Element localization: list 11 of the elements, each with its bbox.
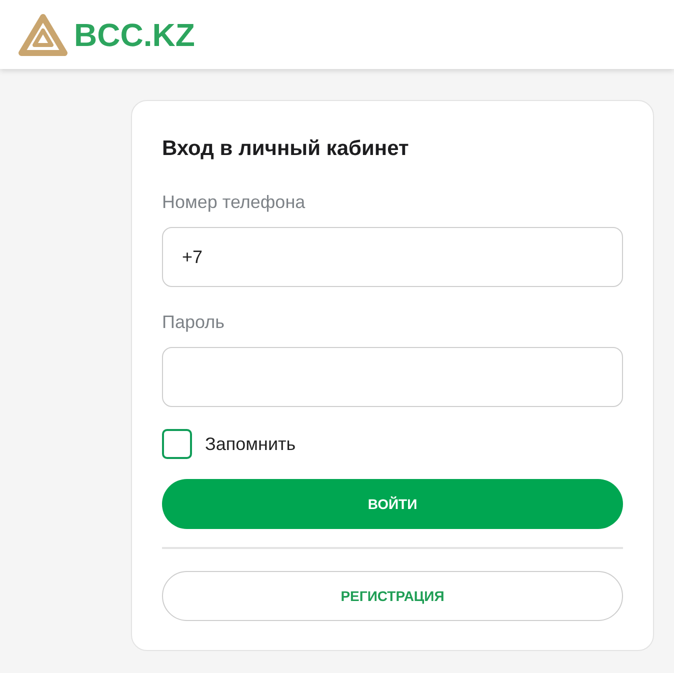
register-button[interactable]: РЕГИСТРАЦИЯ — [162, 571, 623, 621]
password-field[interactable] — [162, 347, 623, 407]
phone-field[interactable]: +7 — [162, 227, 623, 287]
login-button[interactable]: ВОЙТИ — [162, 479, 623, 529]
logo-icon — [18, 12, 68, 56]
remember-checkbox[interactable] — [162, 429, 192, 459]
logo-text: BCC.KZ — [74, 16, 195, 52]
field-label: Номер телефона — [162, 191, 306, 213]
remember-label: Запомнить — [205, 433, 296, 455]
form-title: Вход в личный кабинет — [162, 136, 410, 162]
field-label: Пароль — [162, 311, 224, 333]
